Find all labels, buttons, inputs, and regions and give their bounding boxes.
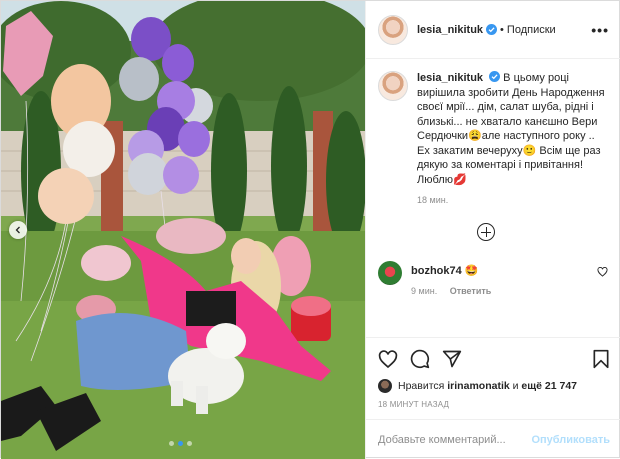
header-separator: •	[500, 23, 504, 36]
caption-author-avatar[interactable]	[378, 71, 408, 101]
likes-count[interactable]: ещё 21 747	[521, 380, 577, 392]
caption-text: В цьому році вирішила зробити День Народ…	[417, 72, 605, 186]
post-actions: Нравится irinamonatik и ещё 21 747 18 МИ…	[366, 337, 620, 419]
verified-badge-icon	[489, 71, 501, 82]
likes-summary: Нравится irinamonatik и ещё 21 747	[378, 379, 610, 393]
comments-list: lesia_nikituk В цьому році вирішила зроб…	[366, 59, 620, 337]
paper-plane-icon	[442, 350, 462, 368]
post-side-panel: lesia_nikituk • Подписки ••• lesia_nikit…	[365, 1, 620, 459]
comment-meta: 9 мин. Ответить	[411, 286, 597, 296]
comment-like-heart-icon[interactable]	[597, 267, 608, 277]
reply-button[interactable]: Ответить	[450, 286, 492, 296]
heart-icon	[378, 349, 398, 368]
more-dots-icon[interactable]: •••	[591, 22, 609, 38]
comment-line: bozhok74 🤩	[411, 264, 597, 277]
author-avatar[interactable]	[378, 14, 408, 45]
commenter-avatar[interactable]	[378, 261, 402, 285]
like-button[interactable]	[378, 349, 398, 369]
following-status-button[interactable]: Подписки	[507, 24, 556, 36]
comment-text: 🤩	[464, 265, 479, 277]
load-more-comments-icon[interactable]	[477, 223, 495, 241]
post-timestamp: 18 МИНУТ НАЗАД	[378, 400, 450, 409]
carousel-dot-active	[178, 441, 183, 446]
share-button[interactable]	[442, 349, 462, 369]
post-photo[interactable]	[1, 1, 365, 459]
carousel-indicator	[169, 441, 192, 446]
add-comment-bar: Опубликовать	[366, 419, 620, 459]
author-username[interactable]: lesia_nikituk	[417, 24, 483, 36]
chevron-left-icon	[15, 226, 20, 234]
comment-body: bozhok74 🤩 9 мин. Ответить	[411, 264, 597, 296]
post-photo-illustration	[1, 1, 365, 459]
caption-text-block: lesia_nikituk В цьому році вирішила зроб…	[417, 71, 610, 187]
comment-username[interactable]: bozhok74	[411, 265, 462, 277]
verified-badge-icon	[486, 24, 498, 35]
caption-username[interactable]: lesia_nikituk	[417, 72, 483, 84]
caption-time: 18 мин.	[417, 195, 449, 205]
liker-username[interactable]: irinamonatik	[447, 380, 509, 392]
comment-item: bozhok74 🤩 9 мин. Ответить	[378, 261, 610, 296]
bookmark-icon	[593, 349, 609, 369]
post-header: lesia_nikituk • Подписки •••	[366, 1, 620, 59]
action-icons	[378, 348, 610, 370]
comment-bubble-icon	[410, 349, 430, 369]
publish-button[interactable]: Опубликовать	[531, 434, 610, 446]
carousel-dot	[187, 441, 192, 446]
likes-prefix: Нравится	[398, 380, 445, 392]
post-caption: lesia_nikituk В цьому році вирішила зроб…	[378, 71, 610, 187]
comment-time: 9 мин.	[411, 286, 438, 296]
instagram-post: lesia_nikituk • Подписки ••• lesia_nikit…	[0, 0, 620, 459]
save-button[interactable]	[592, 349, 610, 369]
likes-and: и	[512, 380, 519, 392]
liker-avatar[interactable]	[378, 379, 392, 393]
comment-input[interactable]	[378, 433, 532, 446]
carousel-dot	[169, 441, 174, 446]
carousel-prev-button[interactable]	[9, 221, 27, 239]
comment-button[interactable]	[410, 349, 430, 369]
